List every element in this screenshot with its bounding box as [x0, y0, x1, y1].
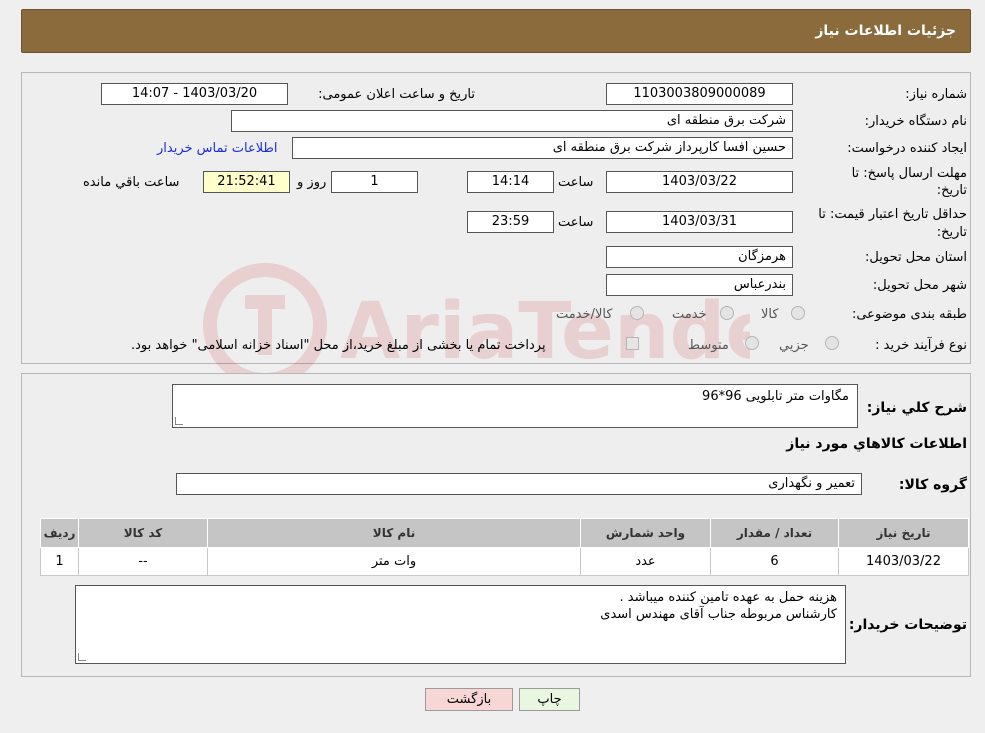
deadline-time-field[interactable]: 14:14: [467, 171, 554, 193]
category-option-goods: کالا: [761, 307, 779, 322]
general-desc-label: شرح كلي نياز:: [866, 400, 967, 416]
process-radio-medium[interactable]: [745, 336, 759, 350]
validity-time-field[interactable]: 23:59: [467, 211, 554, 233]
buyer-notes-label: توضیحات خریدار:: [848, 617, 967, 633]
province-field[interactable]: هرمزگان: [606, 246, 793, 268]
cell-unit: عدد: [580, 547, 711, 576]
table-row: 1403/03/22 6 عدد وات متر -- 1: [40, 547, 969, 576]
goods-group-field[interactable]: تعمیر و نگهداری: [176, 473, 862, 495]
days-label: روز و: [297, 175, 327, 190]
general-desc-textarea[interactable]: مگاوات متر تابلویی 96*96: [172, 384, 858, 428]
general-desc-text: مگاوات متر تابلویی 96*96: [702, 389, 849, 404]
category-radio-goods-service[interactable]: [630, 306, 644, 320]
buyer-contact-link[interactable]: اطلاعات تماس خریدار: [157, 141, 277, 156]
deadline-time-label: ساعت: [558, 175, 594, 190]
announce-datetime-field[interactable]: 1403/03/20 - 14:07: [101, 83, 288, 105]
page-title: جزئیات اطلاعات نیاز: [815, 23, 956, 39]
print-button[interactable]: چاپ: [519, 688, 580, 711]
category-option-goods-service: کالا/خدمت: [556, 307, 613, 322]
validity-time-label: ساعت: [558, 215, 594, 230]
cell-row-number: 1: [40, 547, 79, 576]
header-unit: واحد شمارش: [580, 518, 711, 548]
watermark-text: AriaTender.neT: [340, 287, 750, 377]
header-need-date: تاریخ نیاز: [838, 518, 969, 548]
need-number-label: شماره نیاز:: [905, 87, 967, 102]
back-button[interactable]: بازگشت: [425, 688, 513, 711]
buyer-notes-line-1: هزینه حمل به عهده تامین کننده میباشد .: [619, 590, 837, 605]
creator-field[interactable]: حسین افسا کارپرداز شرکت برق منطقه ای: [292, 137, 793, 159]
deadline-date-field[interactable]: 1403/03/22: [606, 171, 793, 193]
goods-table: تاریخ نیاز تعداد / مقدار واحد شمارش نام …: [40, 518, 969, 576]
process-label: نوع فرآیند خرید :: [875, 338, 967, 353]
city-field[interactable]: بندرعباس: [606, 274, 793, 296]
remaining-time-field[interactable]: 21:52:41: [203, 171, 290, 193]
header-goods-name: نام کالا: [207, 518, 581, 548]
deadline-label: مهلت ارسال پاسخ: تا: [851, 166, 967, 181]
category-label: طبقه بندی موضوعی:: [851, 307, 967, 322]
need-number-field[interactable]: 1103003809000089: [606, 83, 793, 105]
announce-label: تاریخ و ساعت اعلان عمومی:: [318, 87, 475, 102]
creator-label: ایجاد کننده درخواست:: [847, 141, 967, 156]
header-quantity: تعداد / مقدار: [710, 518, 839, 548]
resize-grip-icon[interactable]: [78, 653, 86, 661]
treasury-payment-checkbox[interactable]: [626, 337, 639, 350]
treasury-payment-note: پرداخت تمام یا بخشی از مبلغ خرید،از محل …: [131, 338, 546, 353]
header-goods-code: کد کالا: [78, 518, 208, 548]
days-field[interactable]: 1: [331, 171, 418, 193]
province-label: استان محل تحویل:: [865, 250, 967, 265]
category-radio-goods[interactable]: [791, 306, 805, 320]
resize-grip-icon[interactable]: [175, 417, 183, 425]
validity-date-field[interactable]: 1403/03/31: [606, 211, 793, 233]
header-row-number: رديف: [40, 518, 79, 548]
category-option-service: خدمت: [672, 307, 707, 322]
process-option-minor: جزیي: [779, 338, 809, 353]
process-option-medium: متوسط: [688, 338, 729, 353]
validity-label: حداقل تاریخ اعتبار قیمت: تا: [818, 207, 967, 222]
page-header: جزئیات اطلاعات نیاز: [21, 9, 971, 53]
deadline-label-date: تاریخ:: [936, 183, 967, 198]
buyer-notes-textarea[interactable]: هزینه حمل به عهده تامین کننده میباشد . ک…: [75, 585, 846, 664]
validity-label-date: تاریخ:: [936, 225, 967, 240]
goods-group-label: گروه کالا:: [898, 477, 967, 493]
buyer-org-label: نام دستگاه خریدار:: [864, 114, 967, 129]
process-radio-minor[interactable]: [825, 336, 839, 350]
cell-need-date: 1403/03/22: [838, 547, 969, 576]
cell-goods-code: --: [78, 547, 208, 576]
remaining-label: ساعت باقي مانده: [83, 175, 180, 190]
cell-quantity: 6: [710, 547, 839, 576]
cell-goods-name: وات متر: [207, 547, 581, 576]
goods-info-title: اطلاعات کالاهاي مورد نياز: [786, 436, 967, 452]
buyer-org-field[interactable]: شرکت برق منطقه ای: [231, 110, 793, 132]
table-header-row: تاریخ نیاز تعداد / مقدار واحد شمارش نام …: [40, 518, 969, 548]
buyer-notes-line-2: کارشناس مربوطه جناب آقای مهندس اسدی: [600, 607, 837, 622]
category-radio-service[interactable]: [720, 306, 734, 320]
city-label: شهر محل تحویل:: [872, 278, 967, 293]
